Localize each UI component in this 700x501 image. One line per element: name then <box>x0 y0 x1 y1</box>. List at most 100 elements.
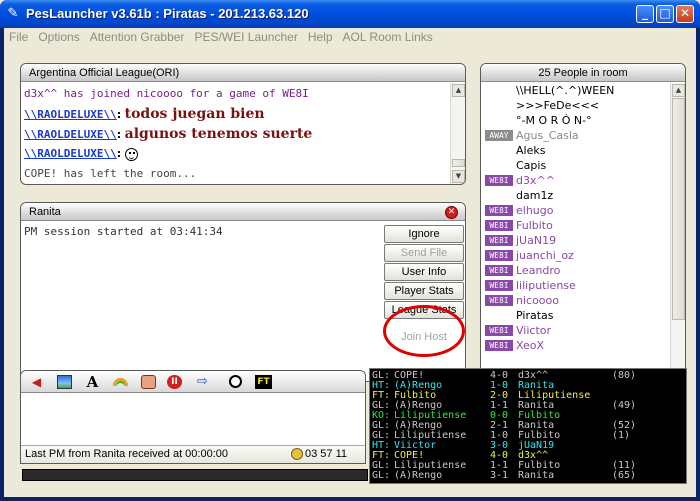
face-icon[interactable] <box>141 375 156 389</box>
scroll-down-icon[interactable]: ▼ <box>452 170 465 183</box>
close-button[interactable]: ✕ <box>676 5 694 23</box>
user-list-item[interactable]: WE8I nicoooo <box>485 293 665 308</box>
menu-help[interactable]: Help <box>303 28 338 46</box>
score-score: 3-1 <box>490 470 509 481</box>
user-list-item[interactable]: >>>FeDe<<< <box>485 98 665 113</box>
user-list-item[interactable]: WE8I Viictor <box>485 323 665 338</box>
app-icon: ✎ <box>7 6 19 21</box>
scroll-up-icon[interactable]: ▲ <box>452 84 465 97</box>
user-list-item[interactable]: WE8I juanchi_oz <box>485 248 665 263</box>
font-icon[interactable]: A <box>85 375 100 390</box>
chat-nick[interactable]: \\RAOLDELUXE\\ <box>24 147 117 160</box>
users-count: 25 People in room <box>481 64 685 82</box>
game-badge: WE8I <box>485 220 513 231</box>
user-list-item[interactable]: WE8I XeoX <box>485 338 665 353</box>
menu-bar: File Options Attention Grabber PES/WEI L… <box>4 28 696 46</box>
user-name: nicoooo <box>516 294 559 307</box>
chat-nick[interactable]: \\RAOLDELUXE\\ <box>24 128 117 141</box>
user-name: dam1z <box>516 189 554 202</box>
user-list-item[interactable]: AWAY Agus_Casla <box>485 128 665 143</box>
highlight-circle <box>383 305 465 357</box>
chat-log: d3x^^ has joined nicoooo for a game of W… <box>24 84 464 184</box>
user-list-item[interactable]: Aleks <box>485 143 665 158</box>
user-list-item[interactable]: WE8I d3x^^ <box>485 173 665 188</box>
pm-panel-title: Ranita <box>21 203 465 221</box>
chat-panel: Argentina Official League(ORI) d3x^^ has… <box>20 63 466 185</box>
progress-strip <box>22 469 368 481</box>
game-badge: WE8I <box>485 235 513 246</box>
chat-line: COPE! has left the room... <box>24 167 197 180</box>
chat-scrollbar[interactable]: ▲ ▼ <box>450 83 465 184</box>
user-list-item[interactable]: dam1z <box>485 188 665 203</box>
menu-options[interactable]: Options <box>33 28 84 46</box>
menu-file[interactable]: File <box>4 28 33 46</box>
status-bar: Last PM from Ranita received at 00:00:00… <box>21 445 365 463</box>
user-name: Fulbito <box>516 219 553 232</box>
smiley-icon <box>124 147 138 161</box>
send-file-button[interactable]: Send File <box>384 244 464 262</box>
user-list-item[interactable]: Piratas <box>485 308 665 323</box>
client-area: File Options Attention Grabber PES/WEI L… <box>4 28 696 497</box>
chat-nick[interactable]: \\RAOLDELUXE\\ <box>24 108 117 121</box>
score-tag: GL: <box>372 470 391 481</box>
user-info-button[interactable]: User Info <box>384 263 464 281</box>
clock-icon <box>291 448 303 460</box>
user-list-item[interactable]: WE8I jUaN19 <box>485 233 665 248</box>
scroll-thumb[interactable] <box>672 98 685 320</box>
menu-attention-grabber[interactable]: Attention Grabber <box>85 28 190 46</box>
pm-close-icon[interactable]: ✕ <box>445 206 458 219</box>
users-scrollbar[interactable]: ▲ ▼ <box>670 83 685 383</box>
scroll-up-icon[interactable]: ▲ <box>672 84 685 97</box>
chat-message: algunos tenemos suerte <box>124 126 313 142</box>
megaphone-icon[interactable]: ◀ <box>29 375 44 389</box>
game-badge: WE8I <box>485 280 513 291</box>
users-panel: 25 People in room \\HELL(^.^)WEEN >>>FeDe… <box>480 63 686 384</box>
user-name: Viictor <box>516 324 552 337</box>
message-input[interactable] <box>21 394 365 444</box>
ball-icon[interactable] <box>229 375 242 388</box>
menu-pes-wei-launcher[interactable]: PES/WEI Launcher <box>189 28 302 46</box>
user-name: °-M O R Ó N-° <box>516 114 592 127</box>
menu-aol-room-links[interactable]: AOL Room Links <box>338 28 438 46</box>
pm-message: PM session started at 03:41:34 <box>24 225 223 238</box>
scroll-thumb[interactable] <box>452 159 465 167</box>
user-name: liliputiense <box>516 279 576 292</box>
window-title: PesLauncher v3.61b : Piratas - 201.213.6… <box>26 6 309 21</box>
chat-panel-title: Argentina Official League(ORI) <box>21 64 465 82</box>
chat-line: d3x^^ has joined nicoooo for a game of W… <box>24 87 309 100</box>
app-window: ✎ PesLauncher v3.61b : Piratas - 201.213… <box>0 0 700 501</box>
score-ticker: GL: COPE! 4-0 d3x^^ (80) HT: (A)Rengo 1-0 Ranita… <box>369 368 687 484</box>
stop-icon[interactable]: II <box>167 375 182 389</box>
user-list-item[interactable]: Capis <box>485 158 665 173</box>
minimize-button[interactable]: _ <box>636 5 654 23</box>
picture-icon[interactable] <box>57 375 72 389</box>
score-extra: (1) <box>612 430 631 441</box>
user-name: XeoX <box>516 339 545 352</box>
user-list-item[interactable]: WE8I Fulbito <box>485 218 665 233</box>
maximize-button[interactable]: □ <box>656 5 674 23</box>
player-stats-button[interactable]: Player Stats <box>384 282 464 300</box>
game-badge: WE8I <box>485 295 513 306</box>
bottom-edge <box>4 493 696 497</box>
exit-icon[interactable]: ⇨ <box>195 375 210 389</box>
last-pm-status: Last PM from Ranita received at 00:00:00 <box>25 448 228 460</box>
user-name: Leandro <box>516 264 561 277</box>
composer-panel: ◀ A II ⇨ FT Last PM from Ranita received… <box>20 370 366 464</box>
title-bar[interactable]: ✎ PesLauncher v3.61b : Piratas - 201.213… <box>0 0 700 28</box>
rainbow-icon[interactable] <box>113 378 128 386</box>
user-list-item[interactable]: \\HELL(^.^)WEEN <box>485 83 665 98</box>
user-list-item[interactable]: WE8I elhugo <box>485 203 665 218</box>
clock-time: 03 57 11 <box>304 448 347 460</box>
game-badge: WE8I <box>485 265 513 276</box>
chat-line: \\RAOLDELUXE\\: algunos tenemos suerte <box>24 126 313 142</box>
score-extra: (65) <box>612 470 637 481</box>
ignore-button[interactable]: Ignore <box>384 225 464 243</box>
pm-panel: Ranita ✕ PM session started at 03:41:34 … <box>20 202 466 382</box>
ft-icon[interactable]: FT <box>255 375 272 389</box>
user-list-item[interactable]: WE8I Leandro <box>485 263 665 278</box>
user-list-item[interactable]: WE8I liliputiense <box>485 278 665 293</box>
game-badge: WE8I <box>485 175 513 186</box>
user-name: Piratas <box>516 309 554 322</box>
user-list-item[interactable]: °-M O R Ó N-° <box>485 113 665 128</box>
user-list: \\HELL(^.^)WEEN >>>FeDe<<< °-M O R Ó N-° AW… <box>485 83 665 353</box>
